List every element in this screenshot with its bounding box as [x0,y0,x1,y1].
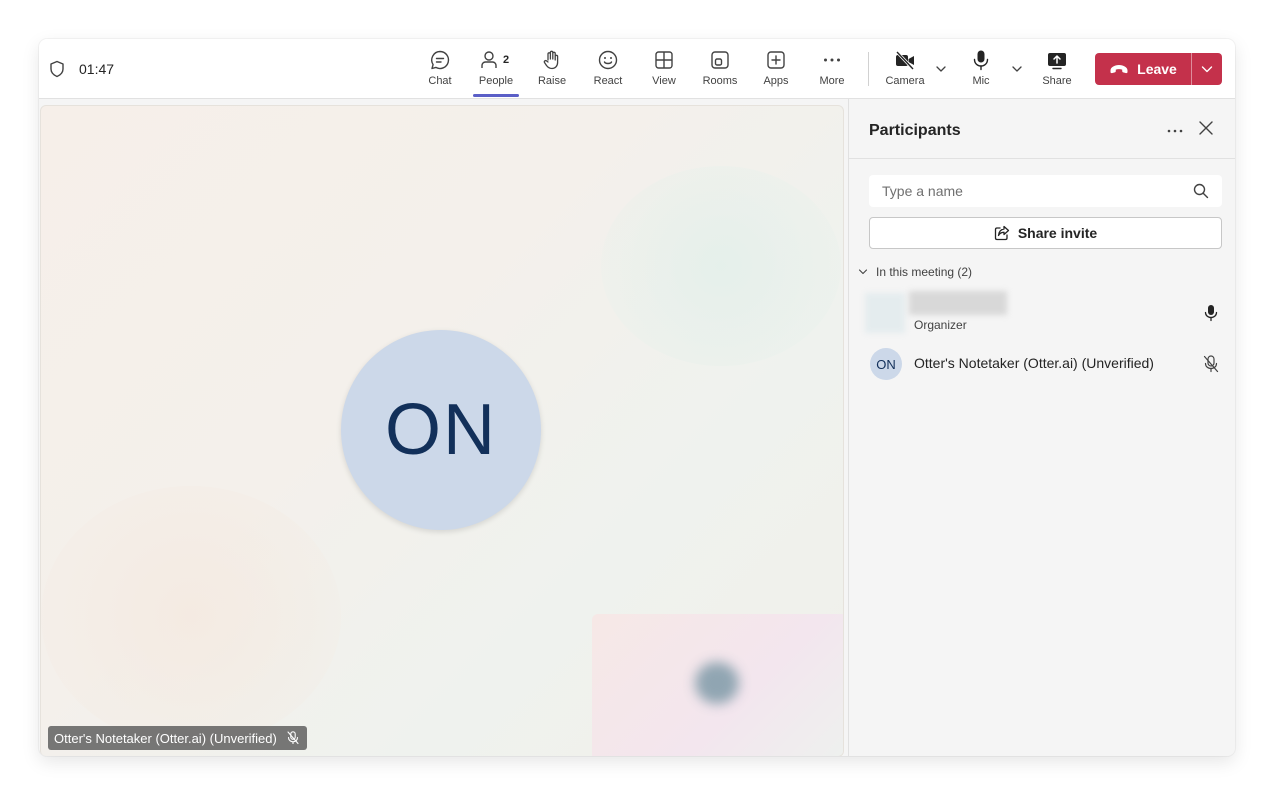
participant-role: Organizer [914,318,967,332]
microphone-icon [1204,305,1218,322]
meeting-window: 01:47 Chat 2 People Raise React View Roo… [39,39,1235,756]
share-icon [994,225,1009,241]
mic-muted-icon [287,731,299,745]
self-avatar-blurred [695,662,739,704]
participant-name-tag-label: Otter's Notetaker (Otter.ai) (Unverified… [54,730,277,746]
add-app-icon [767,51,785,69]
react-label: React [593,75,623,87]
apps-button[interactable]: Apps [751,49,801,93]
people-label: People [478,75,514,87]
in-meeting-section-toggle[interactable]: In this meeting (2) [858,265,972,279]
background-texture [601,166,841,366]
participant-avatar-large: ON [341,330,541,530]
leave-button-group: Leave [1095,53,1222,85]
leave-button[interactable]: Leave [1095,53,1191,85]
raise-label: Raise [537,75,567,87]
mic-label: Mic [972,75,990,87]
chat-icon [431,50,450,70]
search-icon[interactable] [1193,183,1209,199]
participant-search-box [869,175,1222,207]
video-stage: ON Otter's Notetaker (Otter.ai) (Unverif… [40,105,844,756]
camera-label: Camera [885,75,925,87]
participant-name: Otter's Notetaker (Otter.ai) (Unverified… [914,355,1154,371]
toolbar-divider [868,52,869,86]
close-icon[interactable] [1198,120,1214,136]
avatar [865,293,905,333]
leave-options-button[interactable] [1192,53,1222,85]
share-invite-button[interactable]: Share invite [869,217,1222,249]
panel-header-divider [849,158,1235,159]
camera-options-chevron-icon[interactable] [935,63,947,75]
more-label: More [819,75,845,87]
more-button[interactable]: More [807,49,857,93]
mic-muted-icon [1203,355,1219,373]
share-button[interactable]: Share [1032,49,1082,93]
share-screen-icon [1048,53,1066,70]
view-label: View [652,75,676,87]
section-label: In this meeting (2) [876,265,973,279]
leave-label: Leave [1137,61,1177,77]
view-button[interactable]: View [639,49,689,93]
participants-panel: Participants Share invite [848,99,1235,756]
rooms-icon [711,51,729,69]
panel-title: Participants [869,122,961,139]
raise-hand-button[interactable]: Raise [527,49,577,93]
camera-button[interactable]: Camera [880,49,930,93]
participant-row[interactable]: Organizer [849,289,1235,337]
mic-options-chevron-icon[interactable] [1011,63,1023,75]
participant-name-redacted [909,291,1007,315]
meeting-timer: 01:47 [79,61,115,77]
chevron-down-icon [1201,66,1213,73]
chat-label: Chat [428,75,452,87]
microphone-icon [973,50,989,71]
ellipsis-icon [824,58,840,62]
camera-off-icon [895,50,915,71]
share-invite-label: Share invite [1017,225,1098,241]
hang-up-icon [1110,65,1128,74]
apps-label: Apps [763,75,789,87]
grid-view-icon [655,51,673,69]
background-texture [41,486,341,746]
people-count-badge: 2 [503,54,510,66]
participant-name-tag: Otter's Notetaker (Otter.ai) (Unverified… [48,726,307,750]
react-button[interactable]: React [583,49,633,93]
people-active-indicator [473,94,519,97]
participant-row[interactable]: ON Otter's Notetaker (Otter.ai) (Unverif… [849,340,1235,388]
self-video-tile[interactable] [592,614,843,756]
rooms-label: Rooms [702,75,738,87]
more-options-icon[interactable] [1165,121,1185,141]
participant-search-input[interactable] [869,175,1182,207]
smiley-icon [598,50,618,70]
people-icon [481,51,497,68]
shield-icon[interactable] [49,60,65,78]
hand-icon [543,50,559,70]
avatar: ON [870,348,902,380]
share-label: Share [1042,75,1072,87]
people-button[interactable]: 2 People [471,49,521,93]
mic-button[interactable]: Mic [956,49,1006,93]
chevron-down-icon [858,269,868,275]
chat-button[interactable]: Chat [415,49,465,93]
meeting-toolbar: 01:47 Chat 2 People Raise React View Roo… [39,39,1235,99]
rooms-button[interactable]: Rooms [695,49,745,93]
